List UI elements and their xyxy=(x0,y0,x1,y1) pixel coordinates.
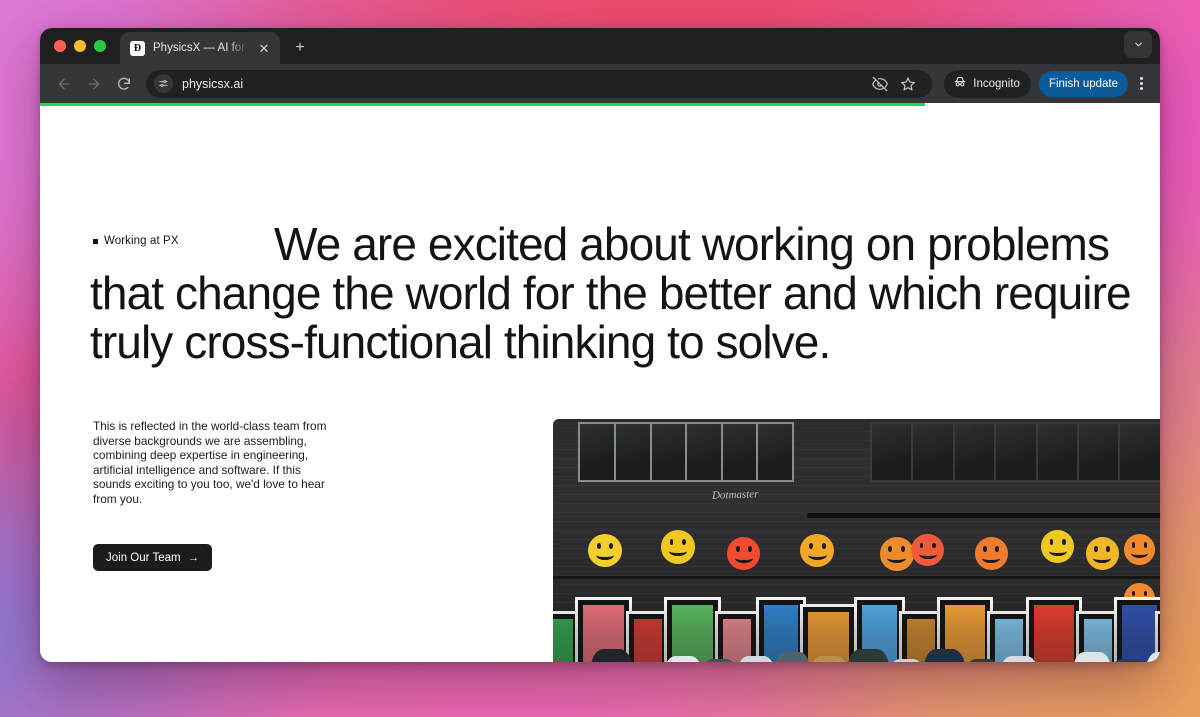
tune-sliders-icon[interactable] xyxy=(154,74,173,93)
window-controls xyxy=(52,28,116,64)
smiley-icon xyxy=(1123,533,1156,566)
team-photo: Dotmaster xyxy=(553,419,1160,662)
team-member xyxy=(1072,652,1111,662)
kebab-menu-icon[interactable] xyxy=(1130,70,1152,98)
team-photo-content: Dotmaster xyxy=(553,419,1160,662)
join-our-team-label: Join Our Team xyxy=(106,551,181,564)
new-tab-button[interactable]: + xyxy=(286,32,314,64)
smiley-icon xyxy=(879,537,914,571)
close-window-button[interactable] xyxy=(54,40,66,52)
page-title: We are excited about working on problems… xyxy=(90,218,1143,368)
arrow-right-icon: → xyxy=(187,551,200,564)
maximize-window-button[interactable] xyxy=(94,40,106,52)
tab-strip: Ɖ PhysicsX — AI for Advanced E ✕ + xyxy=(40,28,1160,64)
browser-tab-physicsx[interactable]: Ɖ PhysicsX — AI for Advanced E ✕ xyxy=(120,32,280,64)
physicsx-favicon: Ɖ xyxy=(130,40,145,56)
graffiti-tag: Dotmaster xyxy=(711,487,759,502)
page-viewport: Working at PX We are excited about worki… xyxy=(40,106,1160,662)
eye-slash-icon[interactable] xyxy=(868,72,892,96)
smiley-icon xyxy=(587,533,623,568)
tab-title: PhysicsX — AI for Advanced E xyxy=(153,42,248,54)
finish-update-button[interactable]: Finish update xyxy=(1038,70,1128,97)
address-bar-url: physicsx.ai xyxy=(182,76,244,91)
chevron-down-icon[interactable] xyxy=(1124,31,1152,58)
incognito-hat-icon xyxy=(953,75,967,92)
incognito-profile-button[interactable]: Incognito xyxy=(944,69,1031,98)
smiley-icon xyxy=(974,537,1008,570)
reload-icon[interactable] xyxy=(110,70,138,98)
smiley-icon xyxy=(1085,537,1119,570)
team-member xyxy=(774,652,810,662)
browser-toolbar: physicsx.ai Incognito Finish update xyxy=(40,64,1160,103)
desktop-background: Ɖ PhysicsX — AI for Advanced E ✕ + xyxy=(0,0,1200,717)
join-our-team-button[interactable]: Join Our Team → xyxy=(93,544,213,571)
browser-window: Ɖ PhysicsX — AI for Advanced E ✕ + xyxy=(40,28,1160,662)
body-paragraph: This is reflected in the world-class tea… xyxy=(93,419,327,506)
star-icon[interactable] xyxy=(896,72,920,96)
building-window-right xyxy=(870,422,1160,482)
team-member xyxy=(923,648,966,662)
wall-cable xyxy=(553,575,1160,579)
close-icon[interactable]: ✕ xyxy=(256,40,272,56)
team-member xyxy=(847,648,889,662)
smiley-icon xyxy=(911,533,945,567)
address-bar-actions xyxy=(860,72,920,96)
building-window-left xyxy=(578,422,794,482)
incognito-label: Incognito xyxy=(973,77,1020,90)
arrow-right-icon[interactable] xyxy=(80,70,108,98)
smiley-icon xyxy=(660,530,695,564)
arrow-left-icon[interactable] xyxy=(50,70,78,98)
smiley-icon xyxy=(1041,530,1075,563)
wall-rail xyxy=(806,512,1160,518)
smiley-icon xyxy=(727,537,761,570)
minimize-window-button[interactable] xyxy=(74,40,86,52)
address-bar[interactable]: physicsx.ai xyxy=(146,69,933,98)
